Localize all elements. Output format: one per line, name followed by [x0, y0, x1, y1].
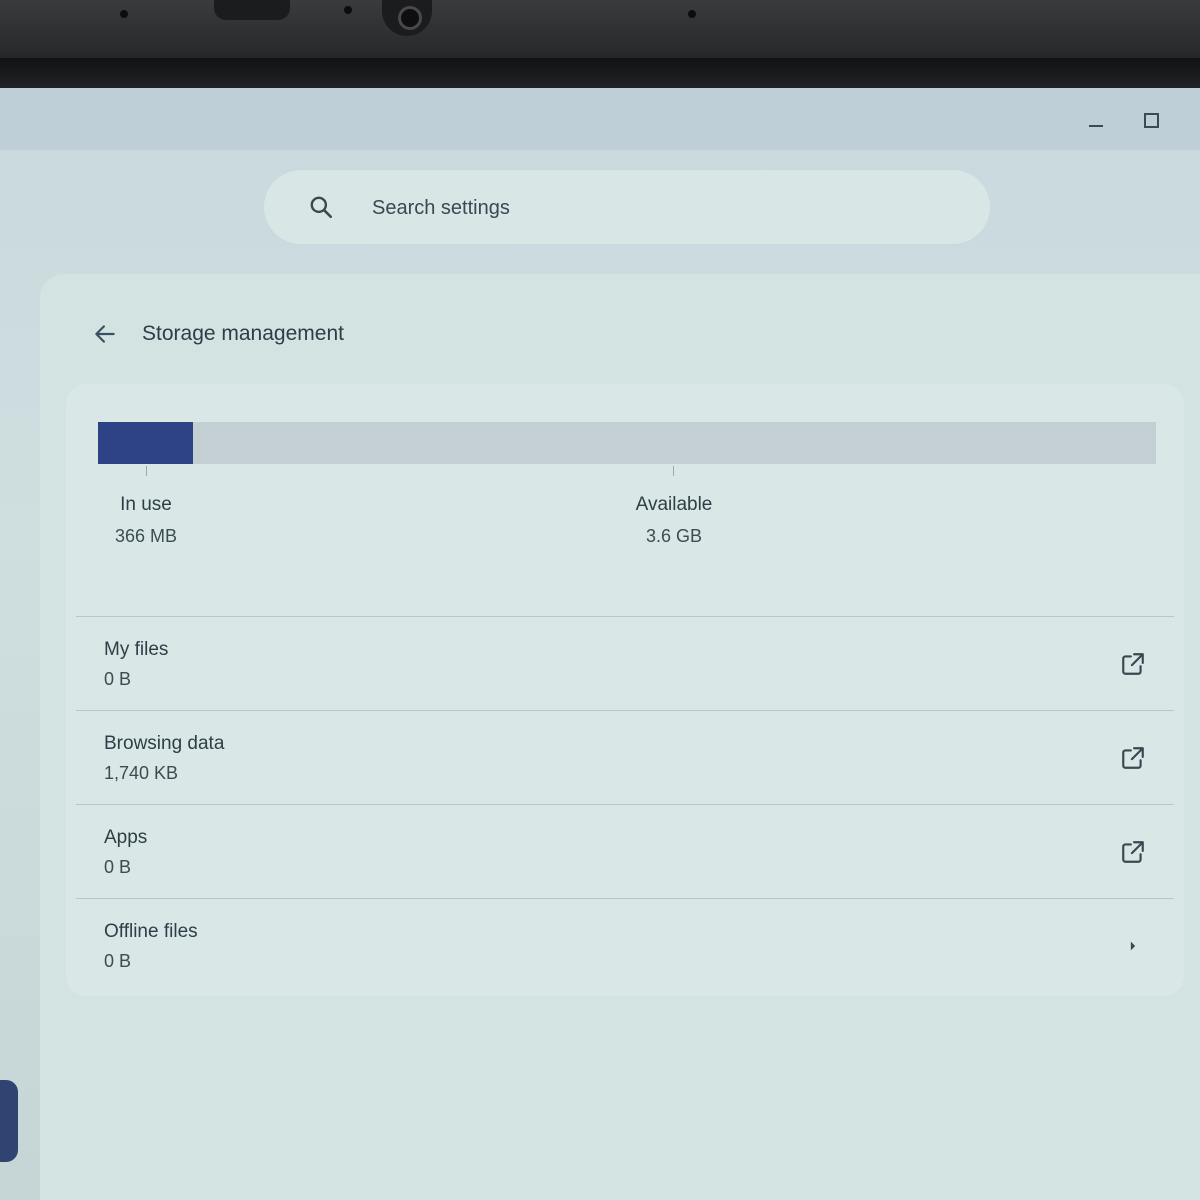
- row-subtitle: 1,740 KB: [104, 763, 179, 783]
- row-subtitle: 0 B: [104, 951, 132, 971]
- bezel-notch: [214, 0, 290, 20]
- bezel-sensor: [688, 10, 696, 18]
- shelf-tab[interactable]: [0, 1080, 18, 1162]
- in-use-value: 366 MB: [114, 526, 178, 546]
- available-value: 3.6 GB: [645, 526, 703, 546]
- row-title: Offline files: [104, 921, 198, 942]
- available-label: Available: [635, 494, 713, 515]
- back-button[interactable]: [90, 319, 120, 349]
- in-use-tick: [146, 466, 147, 476]
- page-title: Storage management: [142, 322, 344, 345]
- in-use-label: In use: [120, 494, 172, 515]
- list-item-apps[interactable]: Apps 0 B: [76, 804, 1174, 899]
- available-tick: [673, 466, 674, 476]
- open-in-new-icon[interactable]: [1120, 651, 1146, 677]
- maximize-icon[interactable]: [1138, 108, 1164, 134]
- storage-usage-bar: [98, 422, 1156, 464]
- laptop-bezel: [0, 0, 1200, 88]
- webcam: [382, 0, 432, 36]
- bezel-sensor: [120, 10, 128, 18]
- open-in-new-icon[interactable]: [1120, 839, 1146, 865]
- storage-usage-fill: [98, 422, 194, 464]
- minimize-icon[interactable]: [1083, 108, 1109, 134]
- search-box[interactable]: [264, 170, 990, 244]
- bezel-sensor: [344, 6, 352, 14]
- list-item-offline-files[interactable]: Offline files 0 B: [76, 898, 1174, 993]
- search-input[interactable]: [370, 188, 934, 228]
- available-stat: Available 3.6 GB: [614, 494, 734, 547]
- storage-page: Storage management In use 366 MB Availab…: [40, 274, 1200, 1200]
- row-subtitle: 0 B: [104, 857, 132, 877]
- storage-card: In use 366 MB Available 3.6 GB My files …: [66, 384, 1184, 996]
- row-subtitle: 0 B: [104, 669, 132, 689]
- bezel-lower-strip: [0, 58, 1200, 88]
- chevron-right-icon[interactable]: [1120, 933, 1146, 959]
- page-header: Storage management: [90, 314, 344, 354]
- row-title: Apps: [104, 827, 148, 848]
- open-in-new-icon[interactable]: [1120, 745, 1146, 771]
- in-use-stat: In use 366 MB: [96, 494, 196, 547]
- settings-window: Storage management In use 366 MB Availab…: [0, 88, 1200, 1200]
- list-item-my-files[interactable]: My files 0 B: [76, 616, 1174, 711]
- search-icon: [310, 196, 333, 219]
- row-title: Browsing data: [104, 733, 225, 754]
- title-bar: [0, 88, 1200, 150]
- arrow-back-icon: [95, 325, 115, 343]
- row-title: My files: [104, 639, 169, 660]
- list-item-browsing-data[interactable]: Browsing data 1,740 KB: [76, 710, 1174, 805]
